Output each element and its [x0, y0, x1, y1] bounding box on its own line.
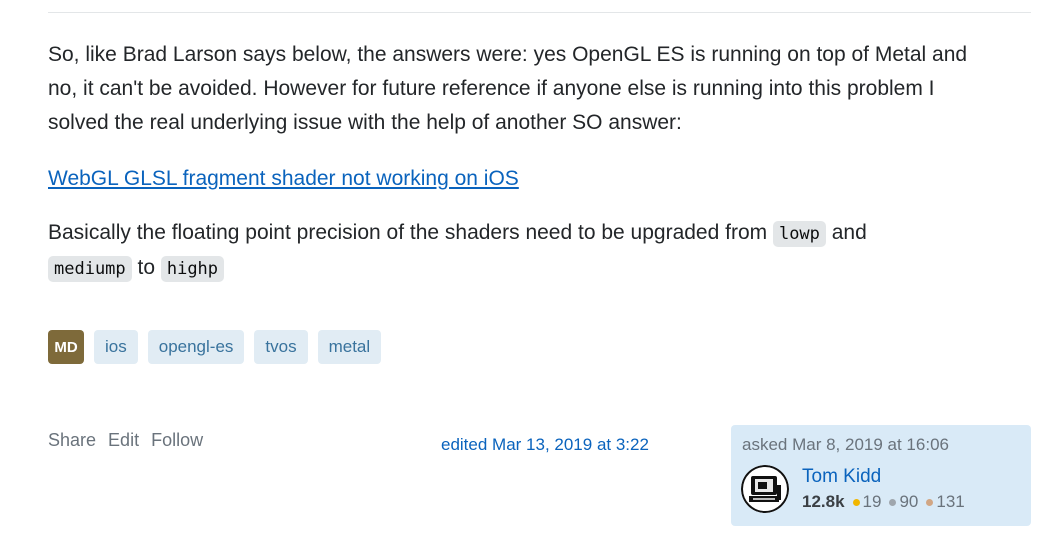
share-link[interactable]: Share [48, 430, 96, 451]
bronze-badge-count: 131 [936, 492, 965, 511]
md-badge: MD [48, 330, 84, 364]
gold-badges: 19 [852, 492, 882, 512]
reputation-score: 12.8k [802, 492, 845, 511]
bronze-badges: 131 [926, 492, 965, 512]
silver-badges: 90 [889, 492, 918, 512]
answer-paragraph-3: Basically the floating point precision o… [48, 216, 988, 286]
tag-metal[interactable]: metal [317, 330, 382, 364]
avatar[interactable] [741, 465, 789, 513]
answer-paragraph-1: So, like Brad Larson says below, the ans… [48, 43, 968, 134]
silver-badge-icon [889, 498, 897, 506]
user-name-link[interactable]: Tom Kidd [802, 466, 881, 488]
gold-badge-icon [852, 498, 860, 506]
follow-link[interactable]: Follow [151, 430, 203, 451]
text-segment: and [825, 221, 867, 244]
text-segment: to [131, 256, 161, 279]
edited-timestamp[interactable]: edited Mar 13, 2019 at 3:22 [441, 435, 649, 455]
bronze-badge-icon [926, 498, 934, 506]
tag-ios[interactable]: ios [94, 330, 138, 364]
code-highp: highp [160, 256, 225, 282]
asked-timestamp: asked Mar 8, 2019 at 16:06 [742, 435, 949, 454]
answer-paragraph-link: WebGL GLSL fragment shader not working o… [48, 162, 988, 196]
code-mediump: mediump [48, 256, 132, 282]
computer-avatar-icon [741, 465, 789, 513]
gold-badge-count: 19 [862, 492, 882, 511]
so-answer-link[interactable]: WebGL GLSL fragment shader not working o… [48, 167, 519, 190]
tag-list: MD ios opengl-es tvos metal [48, 330, 382, 364]
tag-opengl-es[interactable]: opengl-es [147, 330, 245, 364]
code-lowp: lowp [772, 221, 826, 247]
tag-tvos[interactable]: tvos [254, 330, 308, 364]
user-card: asked Mar 8, 2019 at 16:06 Tom Kidd 12.8… [731, 425, 1031, 526]
user-stats: 12.8k 19 90 131 [802, 492, 973, 512]
top-divider [48, 12, 1031, 13]
text-segment: Basically the floating point precision o… [48, 221, 773, 244]
answer-body: So, like Brad Larson says below, the ans… [48, 38, 988, 286]
edit-link[interactable]: Edit [108, 430, 139, 451]
post-menu: Share Edit Follow [48, 430, 203, 451]
silver-badge-count: 90 [899, 492, 919, 511]
